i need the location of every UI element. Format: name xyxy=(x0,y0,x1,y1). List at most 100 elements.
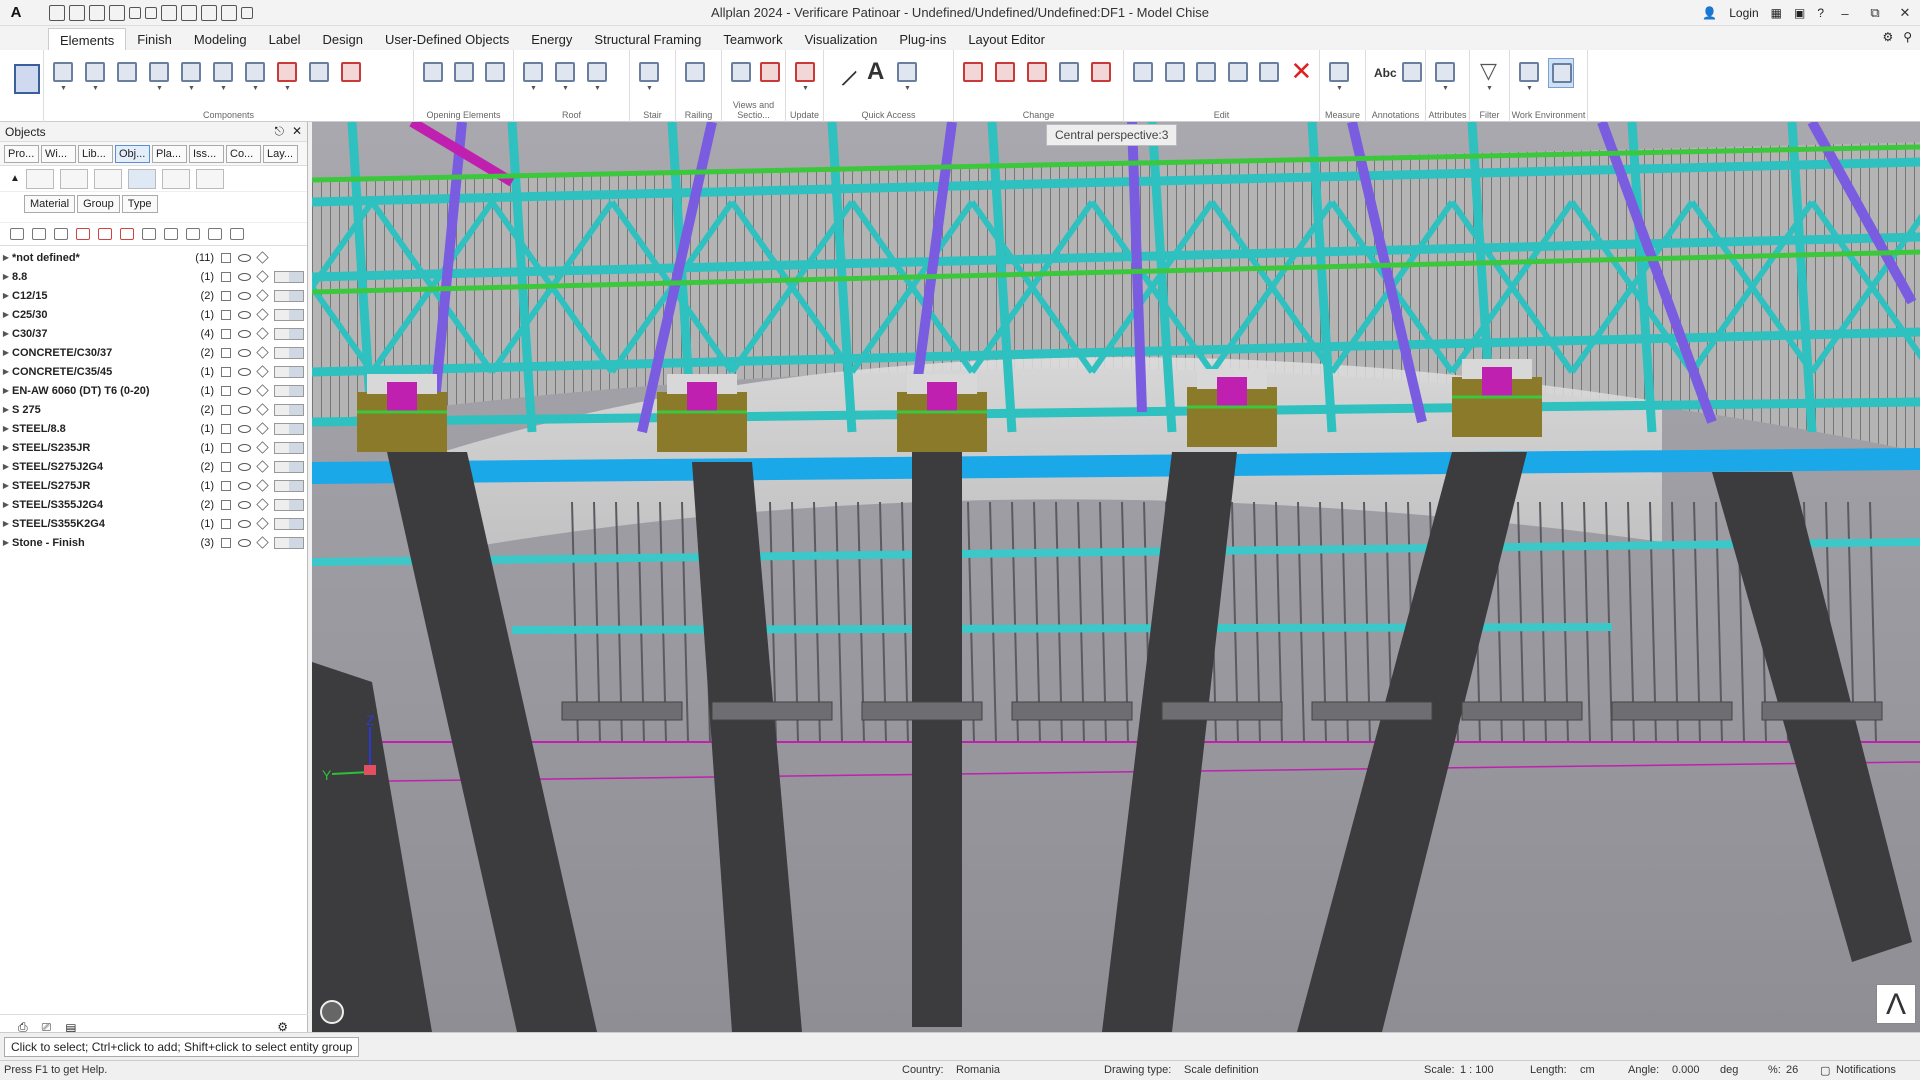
tab-user-defined-objects[interactable]: User-Defined Objects xyxy=(374,28,520,50)
visibility-eye-icon[interactable] xyxy=(238,348,251,357)
mirror-icon[interactable] xyxy=(1225,58,1251,88)
tree-item[interactable]: ▶ STEEL/S275JR (1) xyxy=(0,476,307,495)
material-swatch-icon[interactable] xyxy=(274,422,304,435)
select-checkbox[interactable] xyxy=(221,252,231,263)
window-opening-icon[interactable]: ▼ xyxy=(274,58,300,92)
dormer-icon[interactable]: ▼ xyxy=(584,58,610,92)
tree-item[interactable]: ▶ STEEL/S275J2G4 (2) xyxy=(0,457,307,476)
expand-arrow-icon[interactable]: ▶ xyxy=(0,329,12,338)
tree-item[interactable]: ▶ C12/15 (2) xyxy=(0,286,307,305)
expand-arrow-icon[interactable]: ▶ xyxy=(0,367,12,376)
open-icon[interactable] xyxy=(69,4,85,21)
tab-design[interactable]: Design xyxy=(311,28,373,50)
layout-icon[interactable] xyxy=(201,4,217,21)
cube-icon[interactable] xyxy=(256,251,269,264)
pier-icon[interactable]: ▼ xyxy=(178,58,204,92)
expand-arrow-icon[interactable]: ▶ xyxy=(0,253,12,262)
join-icon[interactable] xyxy=(1088,58,1114,88)
tab-structural-framing[interactable]: Structural Framing xyxy=(583,28,712,50)
expand-arrow-icon[interactable]: ▶ xyxy=(0,443,12,452)
status-angle-unit[interactable]: deg xyxy=(1720,1064,1738,1076)
group-by-group-button[interactable]: Group xyxy=(77,195,120,213)
document-view-icon[interactable] xyxy=(59,168,88,189)
select-checkbox[interactable] xyxy=(221,404,231,415)
notifications-button[interactable]: Notifications xyxy=(1836,1064,1896,1076)
panel-close-icon[interactable]: ✕ xyxy=(292,124,302,139)
visibility-eye-icon[interactable] xyxy=(238,481,251,490)
expand-arrow-icon[interactable]: ▶ xyxy=(0,272,12,281)
navigation-wheel-icon[interactable] xyxy=(320,1000,344,1024)
cube-icon[interactable] xyxy=(256,460,269,473)
select-checkbox[interactable] xyxy=(221,347,231,358)
tree-item[interactable]: ▶ S 275 (2) xyxy=(0,400,307,419)
material-swatch-icon[interactable] xyxy=(274,498,304,511)
cube-icon[interactable] xyxy=(256,327,269,340)
select-checkbox[interactable] xyxy=(221,461,231,472)
material-view-icon[interactable] xyxy=(127,168,156,189)
status-percent[interactable]: 26 xyxy=(1786,1064,1798,1076)
legend-icon[interactable] xyxy=(1399,58,1422,88)
cube-icon[interactable] xyxy=(256,498,269,511)
cube-icon[interactable] xyxy=(256,270,269,283)
tab-modeling[interactable]: Modeling xyxy=(183,28,258,50)
select-all-icon[interactable] xyxy=(98,228,112,240)
label-icon[interactable]: Abc xyxy=(1372,58,1397,88)
panel-tab-layers[interactable]: Lay... xyxy=(263,144,298,163)
link-icon[interactable] xyxy=(54,228,68,240)
select-checkbox[interactable] xyxy=(221,385,231,396)
expand-arrow-icon[interactable]: ▶ xyxy=(0,538,12,547)
select-checkbox[interactable] xyxy=(221,271,231,282)
line-icon[interactable] xyxy=(828,57,858,88)
tab-layout-editor[interactable]: Layout Editor xyxy=(957,28,1056,50)
zoom-icon[interactable] xyxy=(142,228,156,240)
panel-tab-issues[interactable]: Iss... xyxy=(189,144,224,163)
railing-icon[interactable] xyxy=(682,58,708,88)
visibility-eye-icon[interactable] xyxy=(238,519,251,528)
footing-icon[interactable]: ▼ xyxy=(146,58,172,92)
view-type-label[interactable]: Central perspective:3 xyxy=(1046,124,1178,146)
material-swatch-icon[interactable] xyxy=(274,308,304,321)
beam-icon[interactable]: ▼ xyxy=(210,58,236,92)
modify-icon[interactable] xyxy=(992,58,1018,88)
scale-icon[interactable] xyxy=(1256,58,1282,88)
grid-icon[interactable]: ▼ xyxy=(242,58,268,92)
cube-icon[interactable] xyxy=(256,346,269,359)
refresh-icon[interactable] xyxy=(76,228,90,240)
select-checkbox[interactable] xyxy=(221,309,231,320)
minimize-button[interactable]: – xyxy=(1836,6,1854,21)
delete-icon[interactable]: ✕ xyxy=(1288,56,1314,88)
group-by-material-button[interactable]: Material xyxy=(24,195,76,213)
allplan-logo-icon[interactable]: A xyxy=(3,2,29,24)
material-swatch-icon[interactable] xyxy=(274,289,304,302)
cube-icon[interactable] xyxy=(256,365,269,378)
tab-energy[interactable]: Energy xyxy=(520,28,583,50)
tab-finish[interactable]: Finish xyxy=(126,28,183,50)
type-view-icon[interactable] xyxy=(161,168,190,189)
deselect-icon[interactable] xyxy=(120,228,134,240)
visibility-eye-icon[interactable] xyxy=(238,272,251,281)
material-swatch-icon[interactable] xyxy=(274,365,304,378)
material-swatch-icon[interactable] xyxy=(274,384,304,397)
visibility-eye-icon[interactable] xyxy=(238,291,251,300)
visibility-eye-icon[interactable] xyxy=(238,253,251,262)
measure-icon[interactable]: ▼ xyxy=(1326,58,1352,92)
erase-icon[interactable] xyxy=(960,58,986,88)
cube-icon[interactable] xyxy=(256,308,269,321)
expand-arrow-icon[interactable]: ▶ xyxy=(0,519,12,528)
user-icon[interactable]: 👤 xyxy=(1702,6,1717,20)
cube-icon[interactable] xyxy=(256,403,269,416)
tree-item[interactable]: ▶ Stone - Finish (3) xyxy=(0,533,307,552)
status-angle[interactable]: 0.000 xyxy=(1672,1064,1700,1076)
tab-teamwork[interactable]: Teamwork xyxy=(712,28,793,50)
palette-icon[interactable] xyxy=(10,58,40,114)
opening-window-icon[interactable] xyxy=(451,58,476,88)
add-icon[interactable] xyxy=(10,228,24,240)
text-icon[interactable]: A xyxy=(862,58,888,88)
view-icon[interactable] xyxy=(161,4,177,21)
select-checkbox[interactable] xyxy=(221,328,231,339)
tag-view-icon[interactable] xyxy=(195,168,224,189)
door-opening-icon[interactable] xyxy=(306,58,332,88)
wall-icon[interactable]: ▼ xyxy=(50,58,76,92)
select-checkbox[interactable] xyxy=(221,442,231,453)
cube-icon[interactable] xyxy=(256,517,269,530)
